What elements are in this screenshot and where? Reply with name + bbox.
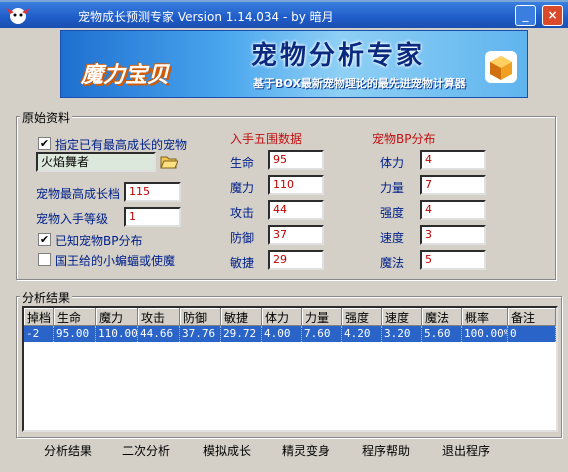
app-icon [6, 8, 30, 24]
banner-logo: 魔力宝贝 [81, 63, 170, 88]
bp-input-spd[interactable]: 3 [420, 225, 486, 245]
bp-label-tgh: 强度 [380, 206, 405, 220]
max-growth-checkbox[interactable]: ✔ [38, 137, 51, 150]
banner-title: 宠物分析专家 [251, 41, 426, 71]
simulate-growth-button[interactable]: 模拟成长 [199, 442, 255, 462]
spirit-transform-button[interactable]: 精灵变身 [278, 442, 334, 462]
bp-label-str: 力量 [380, 181, 405, 195]
banner: 魔力宝贝 宠物分析专家 基于BOX最新宠物理论的最先进宠物计算器 [60, 30, 528, 98]
bp-input-vit[interactable]: 4 [420, 150, 486, 170]
table-cell: 3.20 [382, 326, 422, 342]
col-header[interactable]: 魔力 [96, 308, 138, 326]
pet-level-label: 宠物入手等级 [36, 212, 109, 226]
pet-level-input[interactable]: 1 [124, 207, 181, 227]
col-header[interactable]: 概率 [462, 308, 508, 326]
col-header[interactable]: 防御 [180, 308, 221, 326]
pet-name-field[interactable]: 火焰舞者 [36, 152, 156, 172]
max-growth-label: 宠物最高成长档 [36, 187, 121, 201]
bp-input-mgc[interactable]: 5 [420, 250, 486, 270]
stat-input-def[interactable]: 37 [268, 225, 324, 245]
stat-input-hp[interactable]: 95 [268, 150, 324, 170]
col-header[interactable]: 敏捷 [221, 308, 262, 326]
bp-input-tgh[interactable]: 4 [420, 200, 486, 220]
stat-input-agi[interactable]: 29 [268, 250, 324, 270]
analyze-button[interactable]: 分析结果 [40, 442, 96, 462]
window-title: 宠物成长预测专家 Version 1.14.034 - by 暗月 [78, 10, 334, 24]
minimize-button[interactable]: _ [515, 5, 536, 26]
table-row[interactable]: -2 95.00 110.00 44.66 37.76 29.72 4.00 7… [24, 326, 556, 342]
bp-label-vit: 体力 [380, 156, 405, 170]
table-cell: 4.00 [262, 326, 302, 342]
close-button[interactable]: × [542, 5, 563, 26]
table-cell: 95.00 [54, 326, 96, 342]
king-bat-checkbox-label[interactable]: 国王给的小蝙蝠或使魔 [55, 252, 175, 269]
stat-input-mp[interactable]: 110 [268, 175, 324, 195]
stat-label-agi: 敏捷 [230, 256, 255, 270]
stat-label-hp: 生命 [230, 156, 255, 170]
table-cell: 100.00% [464, 326, 508, 342]
col-header[interactable]: 攻击 [138, 308, 180, 326]
table-cell: 110.00 [98, 326, 138, 342]
table-cell: 44.66 [138, 326, 180, 342]
table-cell: 5.60 [422, 326, 462, 342]
title-bar[interactable]: 宠物成长预测专家 Version 1.14.034 - by 暗月 _ × [0, 2, 568, 28]
max-growth-input[interactable]: 115 [124, 182, 181, 202]
open-folder-icon[interactable] [160, 154, 178, 170]
stat-label-mp: 魔力 [230, 181, 255, 195]
table-cell: 7.60 [302, 326, 342, 342]
col-header[interactable]: 力量 [302, 308, 342, 326]
known-bp-checkbox[interactable]: ✔ [38, 233, 51, 246]
col-header[interactable]: 生命 [54, 308, 96, 326]
col-header[interactable]: 速度 [382, 308, 422, 326]
program-help-button[interactable]: 程序帮助 [358, 442, 414, 462]
stat-label-atk: 攻击 [230, 206, 255, 220]
stat-input-atk[interactable]: 44 [268, 200, 324, 220]
results-table[interactable]: 掉档 生命 魔力 攻击 防御 敏捷 体力 力量 强度 速度 魔法 概率 备注 -… [22, 306, 558, 432]
king-bat-checkbox[interactable] [38, 253, 51, 266]
known-bp-checkbox-label[interactable]: 已知宠物BP分布 [55, 232, 142, 249]
initial-stats-header: 入手五围数据 [230, 132, 303, 146]
col-header[interactable]: 强度 [342, 308, 382, 326]
table-cell: 4.20 [342, 326, 382, 342]
bp-dist-header: 宠物BP分布 [372, 132, 436, 146]
col-header[interactable]: 掉档 [24, 308, 54, 326]
box-icon [485, 51, 517, 83]
source-group-label: 原始资料 [20, 109, 73, 126]
col-header[interactable]: 魔法 [422, 308, 462, 326]
max-growth-checkbox-label[interactable]: 指定已有最高成长的宠物 [55, 136, 187, 153]
bp-label-mgc: 魔法 [380, 256, 405, 270]
bp-label-spd: 速度 [380, 231, 405, 245]
results-table-header: 掉档 生命 魔力 攻击 防御 敏捷 体力 力量 强度 速度 魔法 概率 备注 [24, 308, 556, 326]
bp-input-str[interactable]: 7 [420, 175, 486, 195]
results-group-label: 分析结果 [20, 289, 73, 306]
col-header[interactable]: 体力 [262, 308, 302, 326]
table-cell: 0 [508, 326, 556, 342]
table-cell: 29.72 [221, 326, 262, 342]
stat-label-def: 防御 [230, 231, 255, 245]
table-cell: -2 [24, 326, 54, 342]
table-cell: 37.76 [180, 326, 221, 342]
banner-subtitle: 基于BOX最新宠物理论的最先进宠物计算器 [253, 77, 466, 90]
col-header[interactable]: 备注 [508, 308, 556, 326]
second-analysis-button[interactable]: 二次分析 [118, 442, 174, 462]
exit-button[interactable]: 退出程序 [438, 442, 494, 462]
